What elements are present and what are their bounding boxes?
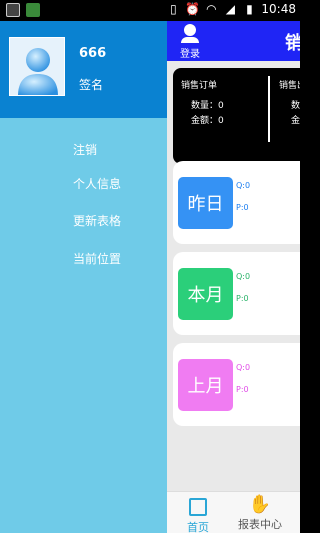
period-tile: 上月 bbox=[178, 359, 233, 411]
username: 666 bbox=[79, 46, 107, 61]
user-avatar-icon bbox=[10, 38, 64, 95]
price-value: P:0 bbox=[236, 385, 249, 394]
menu-update-table[interactable]: 更新表格 bbox=[73, 212, 121, 229]
sales-out-title: 销售出 bbox=[279, 81, 300, 91]
battery-icon: ▮ bbox=[246, 2, 253, 16]
nav-home-tab[interactable]: 首页 bbox=[170, 494, 226, 533]
wifi-icon: ◠ bbox=[206, 2, 217, 16]
period-tile: 昨日 bbox=[178, 177, 233, 229]
period-tile: 本月 bbox=[178, 268, 233, 320]
nav-home-label: 首页 bbox=[187, 521, 209, 533]
quantity-value: Q:0 bbox=[236, 272, 251, 281]
sales-out-quantity: 数量 bbox=[291, 101, 300, 111]
avatar[interactable] bbox=[9, 37, 65, 96]
sales-order-quantity: 数量：0 bbox=[191, 101, 224, 111]
sales-order-title: 销售订单 bbox=[181, 81, 218, 91]
price-value: P:0 bbox=[236, 294, 249, 303]
signature: 签名 bbox=[79, 78, 104, 92]
navigation-drawer: 666 签名 注销 个人信息 更新表格 当前位置 bbox=[0, 21, 167, 533]
signal-icon: ◢ bbox=[225, 2, 236, 16]
page-title: 销 bbox=[285, 33, 300, 54]
home-icon bbox=[189, 498, 207, 516]
menu-personal-info[interactable]: 个人信息 bbox=[73, 175, 121, 192]
status-bar: ▯ ⏰ ◠ ◢ ▮ 10:48 bbox=[0, 0, 300, 21]
gallery-icon bbox=[6, 3, 20, 17]
hand-icon: ✋ bbox=[248, 494, 272, 515]
menu-current-location[interactable]: 当前位置 bbox=[73, 250, 121, 267]
login-button[interactable]: 登录 bbox=[175, 24, 205, 60]
user-icon bbox=[184, 24, 196, 36]
sales-out-amount: 金额 bbox=[291, 116, 300, 126]
nav-report-label: 报表中心 bbox=[238, 518, 282, 531]
summary-divider bbox=[268, 76, 270, 142]
nav-report-tab[interactable]: ✋ 报表中心 bbox=[230, 494, 290, 533]
profile-header: 666 签名 bbox=[0, 21, 167, 118]
menu-logout[interactable]: 注销 bbox=[73, 141, 97, 158]
period-card-yesterday[interactable]: 昨日 Q:0 P:0 bbox=[173, 161, 300, 244]
price-value: P:0 bbox=[236, 203, 249, 212]
vibrate-icon: ▯ bbox=[170, 2, 177, 16]
sales-summary-card: 销售订单 数量：0 金额：0 销售出 数量 金额 bbox=[173, 68, 300, 164]
period-card-this-month[interactable]: 本月 Q:0 P:0 bbox=[173, 252, 300, 335]
sales-order-amount: 金额：0 bbox=[191, 116, 224, 126]
app-notification-icon bbox=[26, 3, 40, 17]
quantity-value: Q:0 bbox=[236, 181, 251, 190]
alarm-icon: ⏰ bbox=[184, 2, 200, 16]
login-label: 登录 bbox=[180, 49, 200, 60]
period-card-last-month[interactable]: 上月 Q:0 P:0 bbox=[173, 343, 300, 426]
clock-time: 10:48 bbox=[261, 2, 296, 16]
quantity-value: Q:0 bbox=[236, 363, 251, 372]
